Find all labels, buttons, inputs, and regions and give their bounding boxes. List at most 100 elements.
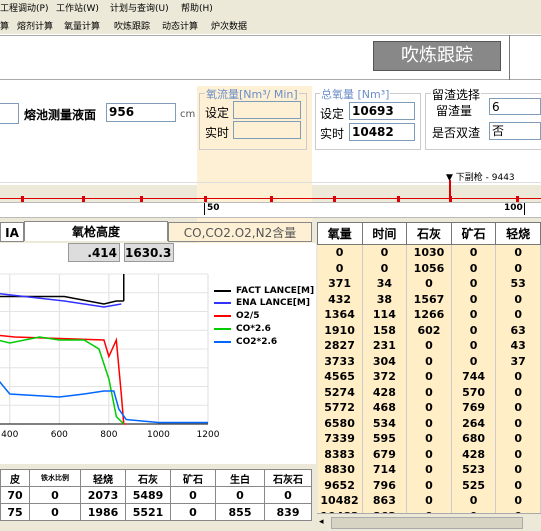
additions-header-3[interactable]: 矿石 <box>450 222 497 245</box>
table-cell: 570 <box>451 384 497 400</box>
oxygen-flow-actual-input[interactable] <box>233 121 301 139</box>
slag-amount-label: 留渣量 <box>436 104 473 118</box>
oxygen-flow-title: 氧流量[Nm³/ Min] <box>205 86 299 102</box>
x-tick-label: 800 <box>100 430 117 440</box>
table-row[interactable]: 1910 158 602 0 63 <box>317 322 541 338</box>
table-cell: 75 <box>0 503 30 521</box>
table-cell: 714 <box>362 462 408 478</box>
toolbar-item-flux[interactable]: 熔剂计算 <box>17 19 53 32</box>
totals-header-6: 石灰石 <box>264 469 312 487</box>
table-cell: 0 <box>406 384 452 400</box>
slag-amount-input[interactable]: 6 <box>489 98 541 115</box>
toolbar-item-calc[interactable]: 算 <box>0 19 9 32</box>
tab-gas-content[interactable]: CO,CO2.O2,N2含量 <box>168 222 312 242</box>
table-row[interactable]: 8383 679 0 428 0 <box>317 446 541 462</box>
table-row[interactable]: 8830 714 0 523 0 <box>317 462 541 478</box>
scrollbar-thumb[interactable] <box>331 517 523 529</box>
toolbar-item-dynamic[interactable]: 动态计算 <box>162 19 198 32</box>
legend-item-fact-lance: FACT LANCE[M] <box>214 286 314 296</box>
table-cell: 680 <box>451 431 497 447</box>
table-cell: 679 <box>362 446 408 462</box>
totals-header-3: 石灰 <box>125 469 171 487</box>
series-line-4 <box>0 380 208 424</box>
table-row[interactable]: 4565 372 0 744 0 <box>317 369 541 385</box>
series-line-1 <box>0 292 122 308</box>
table-cell: 0 <box>406 276 452 292</box>
additions-header-0[interactable]: 氧量 <box>317 222 363 245</box>
menu-item-workstation[interactable]: 工作站(W) <box>56 1 99 14</box>
tab-partial[interactable]: IA <box>0 222 24 242</box>
toolbar-item-tracking[interactable]: 吹炼跟踪 <box>114 19 150 32</box>
table-cell: 0 <box>406 415 452 431</box>
scale-label-mid: 50 <box>207 203 220 213</box>
left-field[interactable] <box>0 103 19 124</box>
table-cell: 0 <box>495 415 541 431</box>
table-row[interactable]: 6580 534 0 264 0 <box>317 415 541 431</box>
table-row: 75 0 1986 5521 0 855 839 <box>0 503 312 521</box>
series-line-3 <box>0 336 125 425</box>
toolbar: 算 熔剂计算 氧量计算 吹炼跟踪 动态计算 炉次数据 <box>0 15 541 35</box>
table-row[interactable]: 1364 114 1266 0 0 <box>317 307 541 323</box>
table-row[interactable]: 5772 468 0 769 0 <box>317 400 541 416</box>
table-row[interactable]: 371 34 0 0 53 <box>317 276 541 292</box>
table-cell: 1266 <box>406 307 452 323</box>
tab-lance-height[interactable]: 氧枪高度 <box>24 221 168 241</box>
table-cell: 37 <box>495 353 541 369</box>
additions-header-2[interactable]: 石灰 <box>406 222 452 245</box>
lance-scale-bar <box>0 202 541 218</box>
legend-item-co2: CO2*2.6 <box>214 337 277 347</box>
pool-level-unit: cm <box>180 109 196 120</box>
table-cell: 0 <box>495 493 541 509</box>
table-cell: 0 <box>451 276 497 292</box>
table-cell: 0 <box>451 260 497 276</box>
lance-value-1: .414 <box>68 243 120 262</box>
table-cell: 4565 <box>317 369 363 385</box>
toolbar-item-oxygen[interactable]: 氧量计算 <box>64 19 100 32</box>
table-cell: 0 <box>317 260 363 276</box>
table-cell: 796 <box>362 477 408 493</box>
table-cell: 0 <box>317 244 363 261</box>
total-oxygen-set-input[interactable]: 10693 <box>349 102 415 120</box>
menu-item-help[interactable]: 帮助(H) <box>181 1 213 14</box>
scroll-left-icon[interactable]: ◂ <box>319 517 324 527</box>
table-cell: 863 <box>362 493 408 509</box>
table-row[interactable]: 5274 428 0 570 0 <box>317 384 541 400</box>
table-cell: 2827 <box>317 338 363 354</box>
oxygen-flow-set-input[interactable] <box>233 101 301 119</box>
totals-header-2: 轻烧 <box>80 469 126 487</box>
legend-item-ena-lance: ENA LANCE[M] <box>214 298 310 308</box>
menu-item-query[interactable]: 计划与查询(U) <box>110 1 169 14</box>
horizontal-scrollbar[interactable]: ◂ <box>317 513 541 531</box>
additions-header-1[interactable]: 时间 <box>361 222 408 245</box>
table-row[interactable]: 0 0 1056 0 0 <box>317 260 541 276</box>
table-row[interactable]: 10482863000 <box>317 493 541 509</box>
divider <box>0 79 541 80</box>
table-cell: 158 <box>362 322 408 338</box>
table-cell: 0 <box>406 369 452 385</box>
table-row[interactable]: 9652 796 0 525 0 <box>317 477 541 493</box>
total-oxygen-actual-input[interactable]: 10482 <box>349 123 415 141</box>
oxygen-flow-set-label: 设定 <box>205 106 230 120</box>
table-cell: 525 <box>451 477 497 493</box>
pool-level-input[interactable]: 956 <box>106 103 176 122</box>
table-cell: 0 <box>406 338 452 354</box>
totals-header-0: 皮 <box>0 469 30 487</box>
x-tick-label: 1200 <box>197 430 220 440</box>
total-oxygen-set-label: 设定 <box>320 107 345 121</box>
table-row[interactable]: 3733 304 0 0 37 <box>317 353 541 369</box>
table-cell: 0 <box>170 486 216 504</box>
table-row[interactable]: 2827 231 0 0 43 <box>317 338 541 354</box>
additions-header-4[interactable]: 轻烧 <box>495 222 541 245</box>
x-tick-label: 600 <box>51 430 68 440</box>
table-row[interactable]: 7339 595 0 680 0 <box>317 431 541 447</box>
toolbar-item-heat-data[interactable]: 炉次数据 <box>211 19 247 32</box>
slag-double-select[interactable]: 否 <box>489 122 541 140</box>
table-cell: 8383 <box>317 446 363 462</box>
table-cell: 9652 <box>317 477 363 493</box>
table-row[interactable]: 432 38 1567 0 0 <box>317 291 541 307</box>
menu-item-process[interactable]: 工程调动(P) <box>0 1 48 14</box>
table-cell: 53 <box>495 276 541 292</box>
table-row[interactable]: 0 0 1030 0 0 <box>317 244 541 261</box>
table-row: 70 0 2073 5489 0 0 0 <box>0 486 312 504</box>
table-cell: 0 <box>406 400 452 416</box>
